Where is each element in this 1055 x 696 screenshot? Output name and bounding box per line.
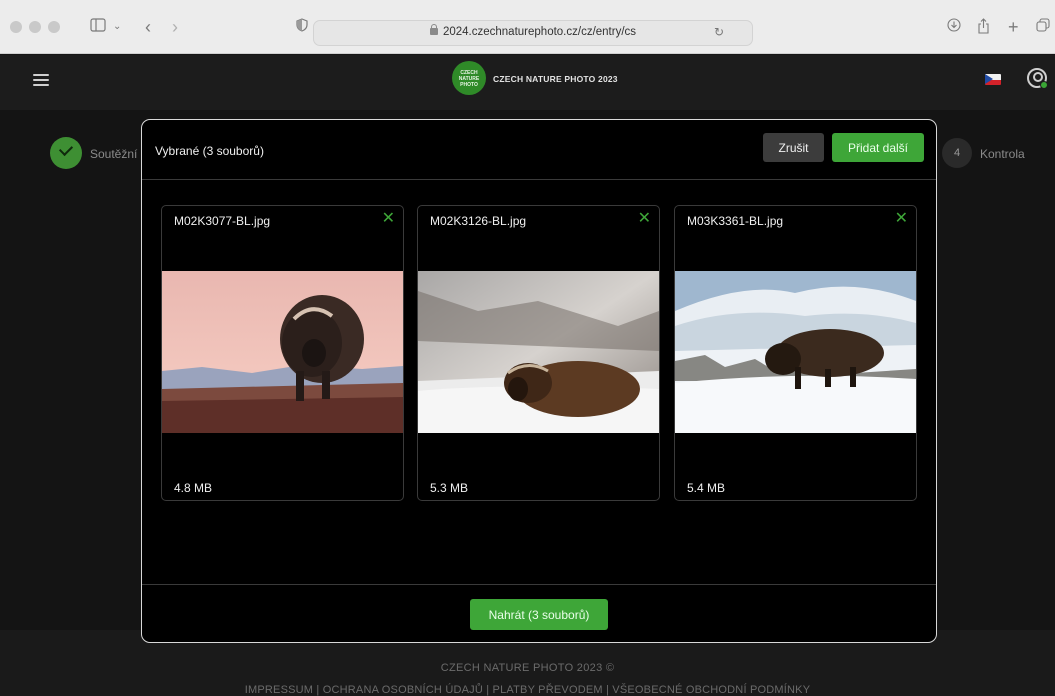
photo-thumbnail bbox=[675, 271, 916, 433]
reload-icon[interactable]: ↻ bbox=[714, 25, 724, 39]
dialog-header: Vybrané (3 souborů) Zrušit Přidat další bbox=[142, 120, 936, 180]
window-zoom-button[interactable] bbox=[48, 21, 60, 33]
cancel-button[interactable]: Zrušit bbox=[763, 133, 824, 162]
step-label-review: Kontrola bbox=[980, 147, 1025, 161]
file-size: 5.4 MB bbox=[687, 481, 726, 495]
new-tab-icon[interactable]: + bbox=[1008, 18, 1019, 36]
footer-copyright: CZECH NATURE PHOTO 2023 © bbox=[440, 662, 615, 674]
address-bar[interactable]: 2024.czechnaturephoto.cz/cz/entry/cs ↻ bbox=[313, 20, 753, 46]
browser-toolbar: ⌄ ‹ › 2024.czechnaturephoto.cz/cz/entry/… bbox=[0, 0, 1055, 54]
step-completed-check-icon bbox=[50, 137, 82, 169]
upload-button[interactable]: Nahrát (3 souborů) bbox=[470, 599, 608, 630]
file-name: M03K3361-BL.jpg bbox=[687, 214, 784, 228]
url-text: 2024.czechnaturephoto.cz/cz/entry/cs bbox=[442, 26, 637, 38]
file-size: 5.3 MB bbox=[430, 481, 469, 495]
photo-thumbnail bbox=[162, 271, 403, 433]
file-card: M02K3126-BL.jpg ✕ 5.3 MB bbox=[417, 205, 660, 501]
file-card: M03K3361-BL.jpg ✕ 5.4 MB bbox=[674, 205, 917, 501]
remove-file-icon[interactable]: ✕ bbox=[382, 211, 395, 227]
file-name: M02K3126-BL.jpg bbox=[430, 214, 527, 228]
remove-file-icon[interactable]: ✕ bbox=[638, 211, 651, 227]
window-close-button[interactable] bbox=[10, 21, 22, 33]
online-status-dot bbox=[1040, 81, 1048, 89]
remove-file-icon[interactable]: ✕ bbox=[895, 211, 908, 227]
shield-icon[interactable] bbox=[296, 18, 308, 36]
download-icon[interactable] bbox=[947, 18, 961, 36]
share-icon[interactable] bbox=[977, 18, 990, 38]
logo-badge-line: PHOTO bbox=[460, 82, 478, 88]
step-label-competition: Soutěžní bbox=[90, 147, 138, 161]
file-size: 4.8 MB bbox=[174, 481, 213, 495]
chevron-down-icon[interactable]: ⌄ bbox=[113, 18, 121, 36]
lock-icon bbox=[429, 24, 438, 35]
back-arrow-icon[interactable]: ‹ bbox=[145, 18, 151, 36]
sidebar-icon[interactable] bbox=[90, 18, 106, 36]
file-name: M02K3077-BL.jpg bbox=[174, 214, 271, 228]
tab-overview-icon[interactable] bbox=[1036, 18, 1050, 36]
czech-flag-icon[interactable] bbox=[985, 74, 1001, 85]
logo-text[interactable]: CZECH NATURE PHOTO 2023 bbox=[493, 74, 618, 84]
dialog-footer: Nahrát (3 souborů) bbox=[142, 584, 936, 642]
dialog-title: Vybrané (3 souborů) bbox=[155, 144, 264, 158]
hamburger-menu-icon[interactable] bbox=[33, 74, 49, 86]
step-number-4: 4 bbox=[942, 138, 972, 168]
logo-badge[interactable]: CZECH NATURE PHOTO bbox=[452, 61, 486, 95]
forward-arrow-icon[interactable]: › bbox=[172, 18, 178, 36]
footer-links[interactable]: IMPRESSUM | OCHRANA OSOBNÍCH ÚDAJŮ | PLA… bbox=[0, 684, 1055, 696]
add-more-button[interactable]: Přidat další bbox=[832, 133, 924, 162]
upload-dialog: Vybrané (3 souborů) Zrušit Přidat další … bbox=[141, 119, 937, 643]
photo-thumbnail bbox=[418, 271, 659, 433]
file-card: M02K3077-BL.jpg ✕ 4.8 MB bbox=[161, 205, 404, 501]
window-minimize-button[interactable] bbox=[29, 21, 41, 33]
site-header: CZECH NATURE PHOTO CZECH NATURE PHOTO 20… bbox=[0, 55, 1055, 110]
